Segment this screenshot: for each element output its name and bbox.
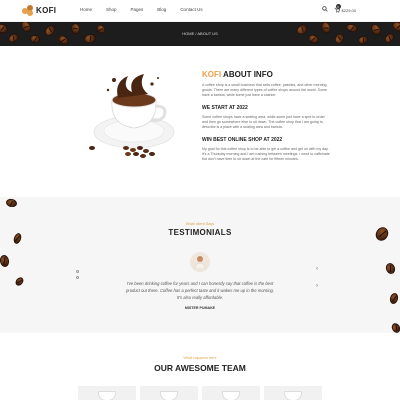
team-card[interactable] bbox=[264, 386, 322, 400]
site-header: KOFI Home Shop Pages Blog Contact Us 0 $… bbox=[0, 0, 400, 22]
about-text-win: My goal for this coffee shop is to be ab… bbox=[202, 147, 330, 161]
testimonial-quote: I've been drinking coffee for years and … bbox=[125, 281, 275, 300]
coffee-cup-image bbox=[89, 74, 175, 158]
header-actions: 0 $229.00 bbox=[321, 4, 356, 14]
main-nav: Home Shop Pages Blog Contact Us bbox=[80, 7, 217, 12]
about-heading-start: WE START AT 2022 bbox=[202, 105, 248, 111]
chevron-down-icon[interactable]: › bbox=[316, 283, 318, 289]
page-banner: HOME / ABOUT US bbox=[0, 22, 400, 46]
about-heading-win: WIN BEST ONLINE SHOP AT 2022 bbox=[202, 137, 283, 143]
team-card[interactable] bbox=[78, 386, 136, 400]
cart-button[interactable]: 0 $229.00 bbox=[334, 4, 356, 13]
team-subtitle: What happens here bbox=[183, 356, 217, 360]
testimonials-subtitle: What client Says bbox=[185, 222, 215, 226]
team-title: OUR AWESOME TEAM bbox=[154, 363, 246, 373]
nav-home[interactable]: Home bbox=[80, 7, 92, 12]
carousel-dot[interactable] bbox=[76, 270, 79, 273]
about-section: KOFI ABOUT INFO A coffee shop is a small… bbox=[202, 70, 330, 162]
search-icon[interactable] bbox=[321, 6, 328, 14]
about-title-accent: KOFI bbox=[202, 70, 222, 79]
testimonials-title: TESTIMONIALS bbox=[168, 228, 232, 237]
logo-icon bbox=[22, 5, 34, 16]
team-card[interactable] bbox=[202, 386, 260, 400]
logo-text: KOFI bbox=[36, 6, 57, 15]
chevron-up-icon[interactable]: ‹ bbox=[316, 266, 318, 272]
testimonial-avatar bbox=[190, 252, 210, 272]
nav-blog[interactable]: Blog bbox=[157, 7, 166, 12]
cart-count-badge: 0 bbox=[335, 4, 341, 9]
testimonial-author: MISTER PUMAKE bbox=[184, 306, 216, 310]
nav-contact[interactable]: Contact Us bbox=[180, 7, 202, 12]
breadcrumb: HOME / ABOUT US bbox=[182, 31, 218, 36]
testimonials-section: What client Says TESTIMONIALS I've been … bbox=[0, 197, 400, 335]
about-title: KOFI ABOUT INFO bbox=[202, 70, 330, 79]
about-text-start: Some coffee shops have a seating area, w… bbox=[202, 115, 325, 129]
team-card[interactable] bbox=[140, 386, 198, 400]
carousel-dots bbox=[76, 270, 79, 279]
nav-pages[interactable]: Pages bbox=[131, 7, 144, 12]
about-intro: A coffee shop is a small business that s… bbox=[202, 83, 328, 97]
about-title-rest: ABOUT INFO bbox=[223, 70, 273, 79]
logo[interactable]: KOFI bbox=[22, 5, 56, 16]
cart-total: $229.00 bbox=[341, 7, 356, 13]
nav-shop[interactable]: Shop bbox=[106, 7, 117, 12]
carousel-dot[interactable] bbox=[76, 276, 79, 279]
